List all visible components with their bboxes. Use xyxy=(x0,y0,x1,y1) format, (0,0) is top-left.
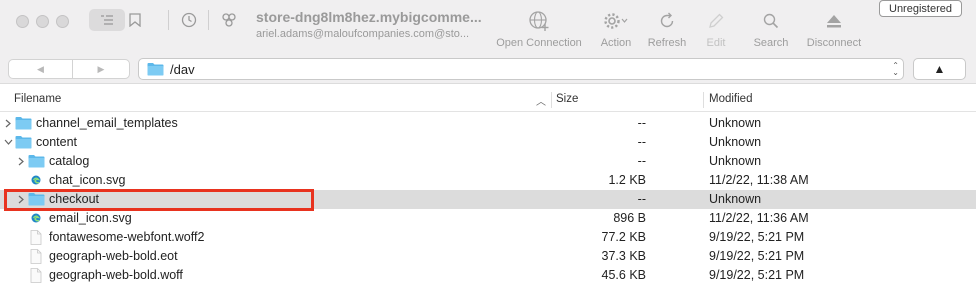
chevron-updown-icon: ⌃ ⌄ xyxy=(892,61,899,77)
document-icon xyxy=(30,230,42,245)
forward-button[interactable]: ▶ xyxy=(72,59,130,79)
table-row[interactable]: chat_icon.svg 1.2 KB 11/2/22, 11:38 AM xyxy=(0,171,976,190)
bonjour-button[interactable] xyxy=(220,11,238,29)
document-icon xyxy=(30,268,42,283)
file-name: channel_email_templates xyxy=(36,116,178,130)
edit-label: Edit xyxy=(706,37,726,49)
current-path: /dav xyxy=(170,61,195,77)
path-bar: ◀ ▶ /dav ⌃ ⌄ ▲ xyxy=(0,54,976,84)
refresh-button[interactable]: Refresh xyxy=(644,8,690,49)
back-button[interactable]: ◀ xyxy=(8,59,73,79)
edit-button[interactable]: Edit xyxy=(700,8,732,49)
action-button[interactable]: Action xyxy=(595,8,637,49)
table-row[interactable]: content -- Unknown xyxy=(0,133,976,152)
file-name: fontawesome-webfont.woff2 xyxy=(49,230,205,244)
connection-user: ariel.adams@maloufcompanies.com@sto... xyxy=(256,28,470,40)
file-name: catalog xyxy=(49,154,90,168)
file-size: 1.2 KB xyxy=(608,173,646,187)
file-modified: Unknown xyxy=(709,192,762,206)
file-name: geograph-web-bold.woff xyxy=(49,268,183,282)
folder-icon xyxy=(15,116,32,130)
file-name: chat_icon.svg xyxy=(49,173,126,187)
table-header: Filename ︿ Size Modified xyxy=(0,88,976,112)
folder-icon xyxy=(28,154,45,168)
table-row[interactable]: geograph-web-bold.eot 37.3 KB 9/19/22, 5:2… xyxy=(0,247,976,266)
file-size: -- xyxy=(637,135,646,149)
close-window-button[interactable] xyxy=(16,15,29,28)
document-icon xyxy=(30,249,42,264)
eject-icon xyxy=(827,15,841,28)
action-label: Action xyxy=(600,37,632,49)
unregistered-badge[interactable]: Unregistered xyxy=(879,0,962,17)
file-modified: Unknown xyxy=(709,154,762,168)
file-size: -- xyxy=(637,154,646,168)
refresh-icon xyxy=(660,12,674,28)
file-size: -- xyxy=(637,192,646,206)
forward-arrow-icon: ▶ xyxy=(97,63,105,74)
path-select[interactable]: /dav ⌃ ⌄ xyxy=(138,58,904,80)
open-connection-button[interactable]: Open Connection xyxy=(492,8,586,49)
folder-icon xyxy=(147,63,164,76)
history-button[interactable] xyxy=(180,11,198,29)
file-modified: 11/2/22, 11:36 AM xyxy=(709,211,809,225)
file-name: email_icon.svg xyxy=(49,211,132,225)
modified-column-header[interactable]: Modified xyxy=(709,93,752,105)
globe-plus-icon xyxy=(529,11,549,31)
size-column-header[interactable]: Size xyxy=(556,93,578,105)
file-size: 77.2 KB xyxy=(601,230,646,244)
view-toggle[interactable] xyxy=(89,9,161,31)
bookmarks-button[interactable] xyxy=(117,9,153,31)
network-icon xyxy=(222,13,236,27)
column-divider[interactable] xyxy=(703,92,704,108)
refresh-label: Refresh xyxy=(647,37,687,49)
sort-ascending-icon: ︿ xyxy=(536,97,546,108)
file-name: geograph-web-bold.eot xyxy=(49,249,178,263)
file-size: 896 B xyxy=(613,211,646,225)
table-row[interactable]: fontawesome-webfont.woff2 77.2 KB 9/19/22,… xyxy=(0,228,976,247)
outline-view-icon xyxy=(101,15,113,25)
edge-file-icon xyxy=(30,173,42,187)
chevron-down-icon[interactable] xyxy=(3,135,13,149)
search-icon xyxy=(763,13,779,29)
zoom-window-button[interactable] xyxy=(56,15,69,28)
open-connection-label: Open Connection xyxy=(496,37,582,49)
folder-icon xyxy=(15,135,32,149)
file-modified: 11/2/22, 11:38 AM xyxy=(709,173,809,187)
pencil-icon xyxy=(709,13,724,28)
connection-host: store-dng8lm8hez.mybigcomme... xyxy=(256,9,482,25)
gear-icon xyxy=(604,13,628,29)
file-modified: Unknown xyxy=(709,135,762,149)
search-button[interactable]: Search xyxy=(749,8,793,49)
annotation-highlight-box xyxy=(4,189,314,211)
file-size: 45.6 KB xyxy=(601,268,646,282)
table-row[interactable]: geograph-web-bold.woff 45.6 KB 9/19/22, 5:… xyxy=(0,266,976,285)
filename-column-header[interactable]: Filename xyxy=(14,93,61,105)
column-divider[interactable] xyxy=(551,92,552,108)
back-arrow-icon: ◀ xyxy=(37,63,44,74)
disconnect-label: Disconnect xyxy=(806,37,862,49)
minimize-window-button[interactable] xyxy=(36,15,49,28)
bookmark-icon xyxy=(129,13,141,27)
toolbar: store-dng8lm8hez.mybigcomme... ariel.ada… xyxy=(0,0,976,54)
chevron-right-icon[interactable] xyxy=(16,154,26,168)
chevron-right-icon[interactable] xyxy=(3,116,13,130)
file-modified: 9/19/22, 5:21 PM xyxy=(709,268,805,282)
file-modified: 9/19/22, 5:21 PM xyxy=(709,230,805,244)
disconnect-button[interactable]: Disconnect xyxy=(801,8,867,49)
clock-icon xyxy=(181,12,197,28)
search-label: Search xyxy=(753,37,789,49)
toolbar-divider xyxy=(208,10,209,30)
parent-directory-button[interactable]: ▲ xyxy=(913,58,966,80)
table-row[interactable]: catalog -- Unknown xyxy=(0,152,976,171)
toolbar-divider xyxy=(168,10,169,30)
up-arrow-icon: ▲ xyxy=(933,62,946,76)
file-size: -- xyxy=(637,116,646,130)
file-modified: 9/19/22, 5:21 PM xyxy=(709,249,805,263)
edge-file-icon xyxy=(30,211,42,225)
table-row[interactable]: channel_email_templates -- Unknown xyxy=(0,114,976,133)
file-name: content xyxy=(36,135,78,149)
table-row[interactable]: email_icon.svg 896 B 11/2/22, 11:36 AM xyxy=(0,209,976,228)
file-size: 37.3 KB xyxy=(601,249,646,263)
file-modified: Unknown xyxy=(709,116,762,130)
